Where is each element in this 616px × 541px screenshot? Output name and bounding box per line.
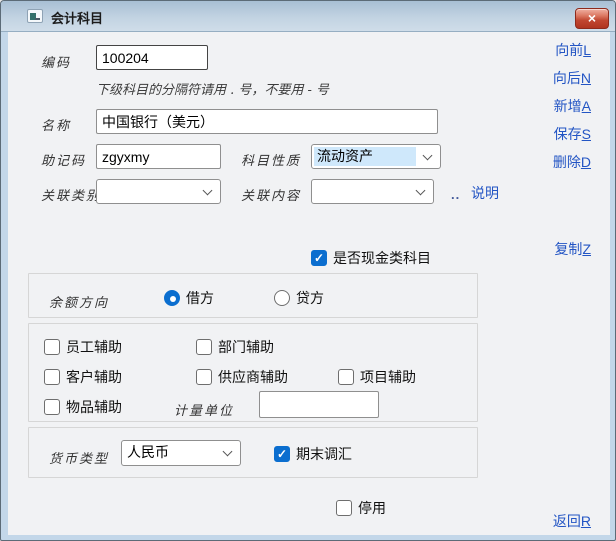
chevron-down-icon (423, 150, 433, 160)
check-icon: ✓ (277, 447, 287, 461)
related-category-label: 关联类别 (41, 185, 101, 204)
credit-label: 贷方 (296, 288, 324, 308)
copy-link[interactable]: 复制Z (554, 239, 591, 259)
code-hint: 下级科目的分隔符请用 . 号，不要用 - 号 (96, 79, 329, 98)
customer-assist-label: 客户辅助 (66, 367, 122, 387)
cash-flag-checkbox[interactable]: ✓ (311, 250, 327, 266)
adjust-row: ✓ 期末调汇 (274, 444, 352, 464)
goods-assist-checkbox[interactable] (44, 399, 60, 415)
check-icon: ✓ (314, 251, 324, 265)
employee-assist-checkbox[interactable] (44, 339, 60, 355)
department-assist-label: 部门辅助 (218, 337, 274, 357)
employee-assist-row: 员工辅助 (44, 337, 122, 357)
department-assist-checkbox[interactable] (196, 339, 212, 355)
project-assist-checkbox[interactable] (338, 369, 354, 385)
disable-row: 停用 (336, 498, 386, 518)
customer-assist-row: 客户辅助 (44, 367, 122, 387)
debit-radio-row: 借方 (164, 288, 214, 308)
mnemonic-label: 助记码 (41, 150, 86, 169)
chevron-down-icon (203, 185, 213, 195)
credit-radio[interactable] (274, 290, 290, 306)
balance-direction-label: 余额方向 (49, 292, 109, 311)
cash-flag-label: 是否现金类科目 (333, 248, 431, 268)
goods-assist-label: 物品辅助 (66, 397, 122, 417)
disable-checkbox[interactable] (336, 500, 352, 516)
currency-select[interactable]: 人民币 (121, 440, 241, 466)
form-icon (27, 9, 43, 23)
employee-assist-label: 员工辅助 (66, 337, 122, 357)
supplier-assist-row: 供应商辅助 (196, 367, 288, 387)
currency-value: 人民币 (124, 443, 216, 463)
supplier-assist-checkbox[interactable] (196, 369, 212, 385)
explain-link[interactable]: 说明 (471, 183, 499, 203)
window-title: 会计科目 (51, 8, 103, 27)
supplier-assist-label: 供应商辅助 (218, 367, 288, 387)
project-assist-label: 项目辅助 (360, 367, 416, 387)
chevron-down-icon (223, 447, 233, 457)
currency-label: 货币类型 (49, 448, 109, 467)
nature-select[interactable]: 流动资产 (311, 144, 441, 169)
delete-link[interactable]: 删除D (553, 152, 591, 172)
nav-forward-link[interactable]: 向前L (555, 40, 591, 60)
close-button[interactable]: × (575, 8, 609, 29)
department-assist-row: 部门辅助 (196, 337, 274, 357)
titlebar[interactable]: 会计科目 × (1, 1, 615, 32)
related-content-label: 关联内容 (241, 185, 301, 204)
customer-assist-checkbox[interactable] (44, 369, 60, 385)
unit-input[interactable] (259, 391, 379, 418)
nav-backward-link[interactable]: 向后N (553, 68, 591, 88)
project-assist-row: 项目辅助 (338, 367, 416, 387)
mnemonic-input[interactable] (96, 144, 221, 169)
chevron-down-icon (416, 185, 426, 195)
more-options-button[interactable]: .. (451, 187, 460, 202)
goods-assist-row: 物品辅助 (44, 397, 122, 417)
name-input[interactable] (96, 109, 438, 134)
credit-radio-row: 贷方 (274, 288, 324, 308)
name-label: 名称 (41, 115, 71, 134)
code-label: 编码 (41, 52, 71, 71)
related-content-value (314, 182, 409, 201)
related-category-value (99, 182, 196, 201)
disable-label: 停用 (358, 498, 386, 518)
related-content-select[interactable] (311, 179, 434, 204)
dialog-window: 会计科目 × 向前L 向后N 新增A 保存S 删除D 复制Z 返回R 编码 下级… (0, 0, 616, 541)
related-category-select[interactable] (96, 179, 221, 204)
add-link[interactable]: 新增A (554, 96, 591, 116)
close-icon: × (588, 10, 596, 26)
debit-radio[interactable] (164, 290, 180, 306)
period-end-adjust-label: 期末调汇 (296, 444, 352, 464)
save-link[interactable]: 保存S (554, 124, 591, 144)
nature-label: 科目性质 (241, 150, 301, 169)
unit-label: 计量单位 (174, 400, 234, 419)
nature-value: 流动资产 (314, 147, 416, 166)
cash-flag-row: ✓ 是否现金类科目 (311, 248, 431, 268)
code-input[interactable] (96, 45, 208, 70)
debit-label: 借方 (186, 288, 214, 308)
return-link[interactable]: 返回R (553, 511, 591, 531)
period-end-adjust-checkbox[interactable]: ✓ (274, 446, 290, 462)
